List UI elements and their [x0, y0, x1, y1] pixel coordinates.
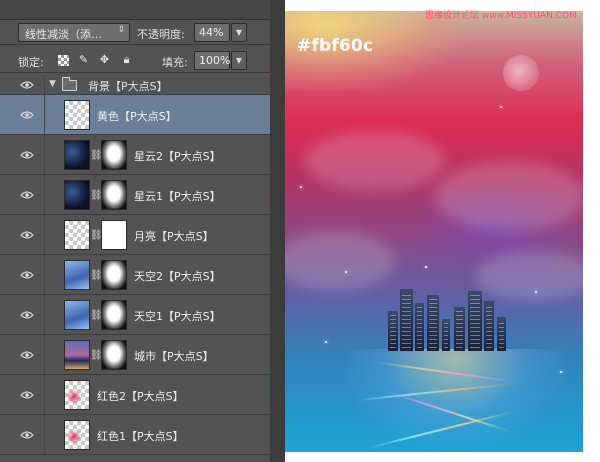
layer-mask-thumbnail[interactable]	[101, 260, 127, 290]
layer-thumbnail[interactable]	[64, 260, 90, 290]
layer-name: 天空1【P大点S】	[134, 310, 221, 323]
layers-panel: 线性减淡（添… ⇕ 不透明度: 44% ▼ 锁定: ✎ ✥ 🔒︎ 填充: 100…	[0, 0, 270, 462]
layer-mask-thumbnail[interactable]	[101, 300, 127, 330]
layer-row[interactable]: ⛓ 城市【P大点S】	[0, 335, 270, 375]
layer-mask-thumbnail[interactable]	[101, 340, 127, 370]
layer-row[interactable]: ⛓ 天空1【P大点S】	[0, 295, 270, 335]
layer-thumbnail[interactable]	[64, 300, 90, 330]
opacity-dropdown-button[interactable]: ▼	[231, 23, 247, 42]
panel-top-strip	[0, 0, 270, 20]
layer-name: 红色2【P大点S】	[97, 390, 184, 403]
layer-row[interactable]: 红色2【P大点S】	[0, 375, 270, 415]
document-canvas[interactable]: #fbf60c	[285, 11, 583, 452]
blend-options-bar: 线性减淡（添… ⇕ 不透明度: 44% ▼	[0, 20, 270, 45]
layer-name: 天空2【P大点S】	[134, 270, 221, 283]
star	[325, 341, 327, 343]
cloud	[285, 231, 395, 291]
visibility-eye-icon[interactable]	[20, 270, 34, 280]
layer-thumbnail[interactable]	[64, 380, 90, 410]
group-expand-triangle-icon[interactable]: ▼	[49, 79, 56, 89]
city-skyline	[380, 281, 510, 351]
lock-pixels-brush-icon[interactable]: ✎	[77, 53, 90, 67]
cloud	[305, 131, 445, 191]
visibility-eye-icon[interactable]	[20, 350, 34, 360]
visibility-eye-icon[interactable]	[20, 390, 34, 400]
mask-link-chain-icon[interactable]: ⛓	[90, 229, 103, 242]
mask-link-chain-icon[interactable]: ⛓	[90, 349, 103, 362]
layer-name: 黄色【P大点S】	[97, 110, 177, 123]
layer-thumbnail[interactable]	[64, 340, 90, 370]
panel-scrollbar[interactable]	[270, 0, 285, 462]
fill-input[interactable]: 100%	[194, 51, 230, 70]
layer-row[interactable]: ⛓ 星云1【P大点S】	[0, 175, 270, 215]
blend-mode-select[interactable]: 线性减淡（添… ⇕	[18, 23, 130, 42]
visibility-eye-icon[interactable]	[20, 150, 34, 160]
visibility-eye-icon[interactable]	[20, 190, 34, 200]
water-reflection	[345, 349, 565, 449]
layer-name: 星云1【P大点S】	[134, 190, 221, 203]
red-spot	[67, 429, 81, 445]
layer-thumbnail[interactable]	[64, 420, 90, 450]
layer-mask-thumbnail[interactable]	[101, 180, 127, 210]
mask-link-chain-icon[interactable]: ⛓	[90, 269, 103, 282]
layer-thumbnail[interactable]	[64, 180, 90, 210]
visibility-eye-icon[interactable]	[20, 80, 34, 90]
folder-icon	[62, 77, 77, 91]
layer-thumbnail[interactable]	[64, 100, 90, 130]
layer-mask-thumbnail[interactable]	[101, 140, 127, 170]
visibility-eye-icon[interactable]	[20, 230, 34, 240]
star	[300, 186, 302, 188]
opacity-label: 不透明度:	[137, 28, 185, 41]
layer-name: 红色1【P大点S】	[97, 430, 184, 443]
layer-mask-thumbnail[interactable]	[101, 220, 127, 250]
layer-row[interactable]: 黄色【P大点S】	[0, 95, 270, 135]
visibility-eye-icon[interactable]	[20, 310, 34, 320]
mask-link-chain-icon[interactable]: ⛓	[90, 189, 103, 202]
lock-transparency-icon[interactable]	[58, 55, 69, 66]
layer-row[interactable]: 红色1【P大点S】	[0, 415, 270, 455]
star	[345, 271, 347, 273]
color-hex-label: #fbf60c	[297, 36, 374, 56]
site-watermark: 思缘设计论坛 www.MISSYUAN.COM	[425, 11, 577, 21]
mask-link-chain-icon[interactable]: ⛓	[90, 149, 103, 162]
lock-options-bar: 锁定: ✎ ✥ 🔒︎ 填充: 100% ▼	[0, 48, 270, 73]
visibility-eye-icon[interactable]	[20, 110, 34, 120]
lock-position-move-icon[interactable]: ✥	[98, 53, 111, 67]
blend-mode-value: 线性减淡（添…	[25, 28, 102, 41]
group-name: 背景【P大点S】	[88, 80, 168, 93]
visibility-eye-icon[interactable]	[20, 430, 34, 440]
layer-row[interactable]: ⛓ 月亮【P大点S】	[0, 215, 270, 255]
mask-link-chain-icon[interactable]: ⛓	[90, 309, 103, 322]
layer-row[interactable]: ⛓ 天空2【P大点S】	[0, 255, 270, 295]
red-spot	[67, 389, 81, 405]
cloud	[435, 161, 583, 231]
layer-name: 城市【P大点S】	[134, 350, 214, 363]
layer-name: 月亮【P大点S】	[134, 230, 214, 243]
layer-thumbnail[interactable]	[64, 140, 90, 170]
layer-group-row[interactable]: ▼ 背景【P大点S】	[0, 75, 270, 95]
moon	[503, 55, 539, 91]
lock-all-padlock-icon[interactable]: 🔒︎	[120, 53, 133, 67]
star	[425, 266, 427, 268]
layer-name: 星云2【P大点S】	[134, 150, 221, 163]
layer-thumbnail[interactable]	[64, 220, 90, 250]
star	[535, 291, 537, 293]
layer-row[interactable]: ⛓ 星云2【P大点S】	[0, 135, 270, 175]
select-arrows-icon: ⇕	[117, 25, 125, 35]
star	[500, 106, 502, 108]
fill-label: 填充:	[162, 56, 188, 69]
fill-dropdown-button[interactable]: ▼	[231, 51, 247, 70]
opacity-input[interactable]: 44%	[194, 23, 230, 42]
lock-label: 锁定:	[18, 56, 44, 69]
